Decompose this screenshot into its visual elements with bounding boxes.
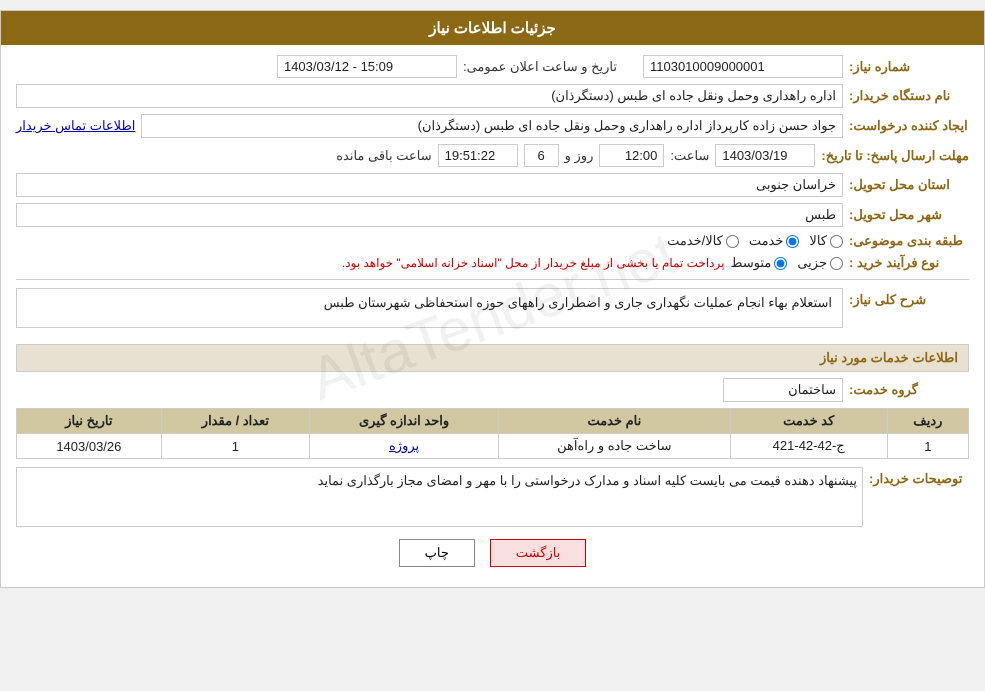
ijad-value: جواد حسن زاده کارپرداز اداره راهداری وحم… xyxy=(141,114,843,138)
tabagheh-khadmat-label: خدمت xyxy=(749,233,784,249)
noe-radio-mottaset[interactable] xyxy=(774,257,787,270)
cell-radif: 1 xyxy=(887,434,968,459)
cell-tedad: 1 xyxy=(161,434,309,459)
shahr-label: شهر محل تحویل: xyxy=(849,207,969,223)
back-button[interactable]: بازگشت xyxy=(490,539,586,567)
mohlat-rooz-label: روز و xyxy=(565,148,594,164)
noe-mottaset-label: متوسط xyxy=(730,255,771,271)
tarikh-value: 1403/03/12 - 15:09 xyxy=(277,55,457,78)
tabagheh-radio-kala-khadmat[interactable] xyxy=(726,235,739,248)
shomara-niaz-label: شماره نیاز: xyxy=(849,59,969,75)
noe-options: جزیی متوسط xyxy=(730,255,843,271)
noe-option-mottaset: متوسط xyxy=(730,255,787,271)
cell-nam: ساخت جاده و راه‌آهن xyxy=(499,434,731,459)
khadamat-section-header: اطلاعات خدمات مورد نیاز xyxy=(16,344,969,372)
toseih-value: پیشنهاد دهنده قیمت می بایست کلیه اسناد و… xyxy=(16,467,863,527)
page-wrapper: جزئیات اطلاعات نیاز AltaTender.net شماره… xyxy=(0,10,985,588)
mohlat-date: 1403/03/19 xyxy=(715,144,815,167)
tabagheh-kala-khadmat-label: کالا/خدمت xyxy=(667,233,723,249)
mohlat-label: مهلت ارسال پاسخ: تا تاریخ: xyxy=(821,148,969,164)
goroh-label: گروه خدمت: xyxy=(849,382,969,398)
nam-dastgah-value: اداره راهداری وحمل ونقل جاده ای طبس (دست… xyxy=(16,84,843,108)
ijad-label: ایجاد کننده درخواست: xyxy=(849,118,969,134)
sharh-label: شرح کلی نیاز: xyxy=(849,292,969,308)
col-tedad: تعداد / مقدار xyxy=(161,409,309,434)
button-row: بازگشت چاپ xyxy=(16,539,969,567)
noe-label: نوع فرآیند خرید : xyxy=(849,255,969,271)
noe-jozi-label: جزیی xyxy=(797,255,827,271)
shahr-row: شهر محل تحویل: طبس xyxy=(16,203,969,227)
tabagheh-option-kala-khadmat: کالا/خدمت xyxy=(667,233,739,249)
tabagheh-options: کالا خدمت کالا/خدمت xyxy=(667,233,843,249)
sharh-value: استعلام بهاء انجام عملیات نگهداری جاری و… xyxy=(16,288,843,328)
ostan-label: استان محل تحویل: xyxy=(849,177,969,193)
page-title: جزئیات اطلاعات نیاز xyxy=(429,20,556,37)
mohlat-saat-label: ساعت: xyxy=(670,148,709,164)
noe-note: پرداخت تمام یا بخشی از مبلغ خریدار از مح… xyxy=(342,256,725,270)
mohlat-row: مهلت ارسال پاسخ: تا تاریخ: 1403/03/19 سا… xyxy=(16,144,969,167)
tabagheh-kala-label: کالا xyxy=(809,233,827,249)
print-button[interactable]: چاپ xyxy=(399,539,475,567)
noe-option-jozi: جزیی xyxy=(797,255,843,271)
col-nam: نام خدمت xyxy=(499,409,731,434)
page-header: جزئیات اطلاعات نیاز xyxy=(1,11,984,45)
sharh-row: شرح کلی نیاز: استعلام بهاء انجام عملیات … xyxy=(16,288,969,334)
mohlat-saat: 12:00 xyxy=(599,144,664,167)
mohlat-rooz: 6 xyxy=(524,144,559,167)
ostan-value: خراسان جنوبی xyxy=(16,173,843,197)
cell-tarikh: 1403/03/26 xyxy=(17,434,162,459)
goroh-row: گروه خدمت: ساختمان xyxy=(16,378,969,402)
nam-dastgah-label: نام دستگاه خریدار: xyxy=(849,88,969,104)
mohlat-baqi: 19:51:22 xyxy=(438,144,518,167)
tabagheh-option-khadmat: خدمت xyxy=(749,233,800,249)
tabagheh-radio-kala[interactable] xyxy=(830,235,843,248)
toseih-label: توصیحات خریدار: xyxy=(869,471,969,487)
cell-vahed: پروژه xyxy=(310,434,499,459)
noe-radio-jozi[interactable] xyxy=(830,257,843,270)
col-tarikh: تاریخ نیاز xyxy=(17,409,162,434)
etela-tamas-link[interactable]: اطلاعات تماس خریدار xyxy=(16,118,135,134)
mohlat-baqi-label: ساعت باقی مانده xyxy=(336,148,431,164)
tabagheh-radio-khadmat[interactable] xyxy=(786,235,799,248)
toseih-row: توصیحات خریدار: پیشنهاد دهنده قیمت می با… xyxy=(16,467,969,527)
shomara-tarikh-row: شماره نیاز: 1103010009000001 تاریخ و ساع… xyxy=(16,55,969,78)
nam-dastgah-row: نام دستگاه خریدار: اداره راهداری وحمل ون… xyxy=(16,84,969,108)
shahr-value: طبس xyxy=(16,203,843,227)
content-area: AltaTender.net شماره نیاز: 1103010009000… xyxy=(1,45,984,587)
ijad-row: ایجاد کننده درخواست: جواد حسن زاده کارپر… xyxy=(16,114,969,138)
table-row: 1 ج-42-42-421 ساخت جاده و راه‌آهن پروژه … xyxy=(17,434,969,459)
col-kod: کد خدمت xyxy=(730,409,887,434)
col-vahed: واحد اندازه گیری xyxy=(310,409,499,434)
goroh-value: ساختمان xyxy=(723,378,843,402)
shomara-niaz-value: 1103010009000001 xyxy=(643,55,843,78)
ostan-row: استان محل تحویل: خراسان جنوبی xyxy=(16,173,969,197)
tabagheh-label: طبقه بندی موضوعی: xyxy=(849,233,969,249)
tabagheh-option-kala: کالا xyxy=(809,233,843,249)
tarikh-label: تاریخ و ساعت اعلان عمومی: xyxy=(463,59,617,75)
tabagheh-row: طبقه بندی موضوعی: کالا خدمت کالا/خدمت xyxy=(16,233,969,249)
cell-kod: ج-42-42-421 xyxy=(730,434,887,459)
services-table: ردیف کد خدمت نام خدمت واحد اندازه گیری ت… xyxy=(16,408,969,459)
noe-row: نوع فرآیند خرید : جزیی متوسط پرداخت تمام… xyxy=(16,255,969,271)
col-radif: ردیف xyxy=(887,409,968,434)
